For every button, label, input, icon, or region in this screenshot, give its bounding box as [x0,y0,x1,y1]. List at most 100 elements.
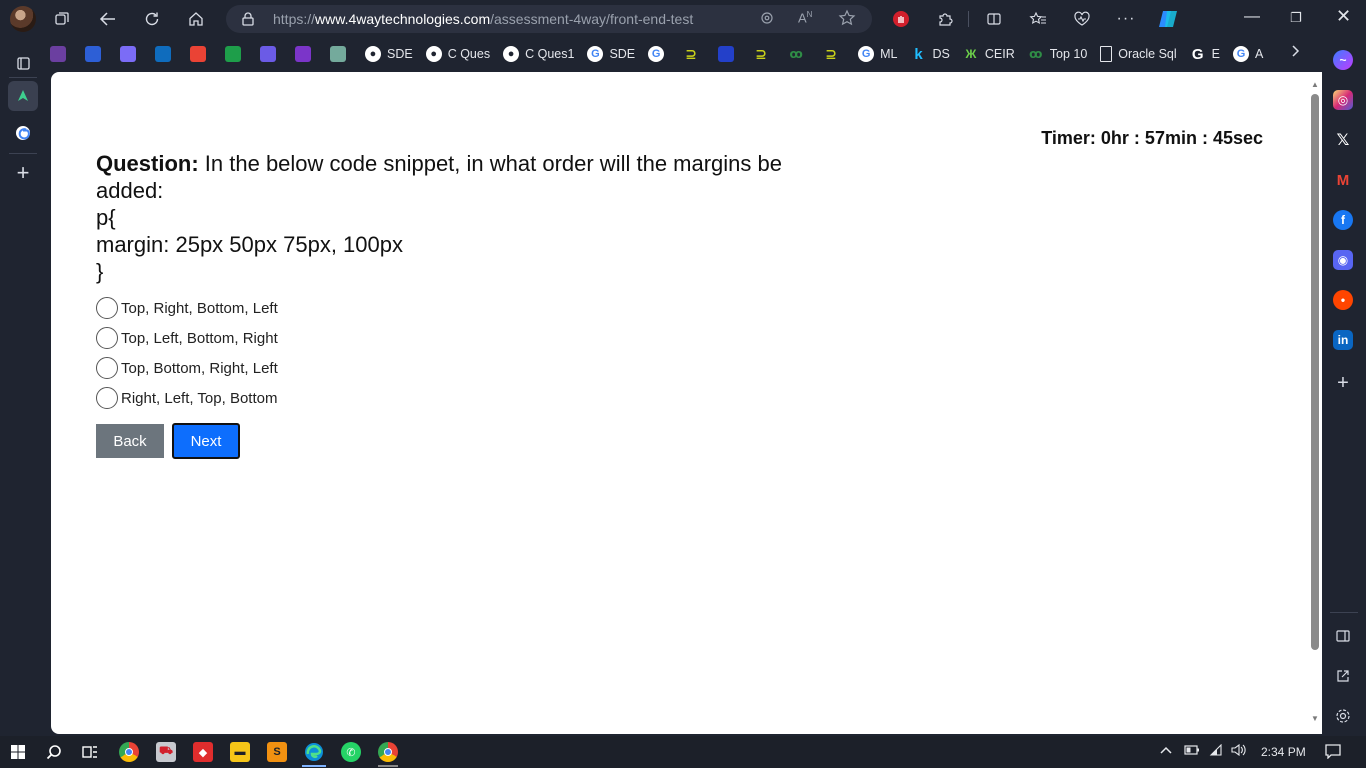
favorite-star-icon[interactable] [838,9,856,32]
tab-google[interactable] [8,118,38,148]
url-text[interactable]: https://www.4waytechnologies.com/assessm… [273,11,693,27]
bookmark-label[interactable]: ML [880,47,897,61]
location-icon[interactable] [759,11,775,32]
restore-icon[interactable]: ❐ [1290,10,1302,26]
bookmark-label[interactable]: C Ques [448,47,490,61]
add-sidebar-app-icon[interactable]: + [1333,372,1353,394]
bookmark-item[interactable] [155,40,177,68]
radio-button[interactable] [96,327,118,349]
favorites-icon[interactable] [1025,6,1051,32]
sublime-text-icon[interactable]: S [267,742,287,762]
bookmark-item[interactable] [718,40,740,68]
bookmark-item[interactable]: ꝏ Top 10 [1028,40,1088,68]
workspaces-icon[interactable] [49,6,75,32]
gmail-icon[interactable]: M [1333,170,1353,190]
option-label[interactable]: Right, Left, Top, Bottom [121,390,277,407]
bookmark-item[interactable]: GA [1233,40,1263,68]
bookmark-label[interactable]: SDE [387,47,413,61]
file-explorer-icon[interactable]: ▬ [230,742,250,762]
split-screen-icon[interactable] [981,6,1007,32]
next-button[interactable]: Next [172,423,240,459]
refresh-icon[interactable] [139,6,165,32]
bookmark-label[interactable]: Top 10 [1050,47,1088,61]
clock-time[interactable]: 2:34 PM [1261,745,1306,759]
bookmark-item[interactable] [225,40,247,68]
whatsapp-icon[interactable]: ✆ [341,742,361,762]
bookmark-item[interactable] [295,40,317,68]
bookmark-item[interactable]: G SDE [587,40,635,68]
bookmark-item[interactable] [260,40,282,68]
bookmark-item[interactable]: ● SDE [365,40,413,68]
app-icon-car[interactable]: ⛟ [156,742,176,762]
x-twitter-icon[interactable]: 𝕏 [1333,130,1353,150]
back-arrow-icon[interactable] [95,6,121,32]
page-scrollbar[interactable]: ▲ ▼ [1308,72,1322,734]
profile-avatar[interactable] [10,6,36,32]
messenger-icon[interactable]: ~ [1333,50,1353,70]
battery-icon[interactable] [1184,744,1200,759]
bookmark-label[interactable]: C Ques1 [525,47,574,61]
wifi-icon[interactable] [1209,743,1223,759]
tab-actions-icon[interactable] [8,48,38,78]
instagram-icon[interactable]: ◎ [1333,90,1353,110]
bookmark-item[interactable] [330,40,352,68]
bookmark-label[interactable]: DS [933,47,950,61]
answer-option[interactable]: Right, Left, Top, Bottom [96,383,278,413]
radio-button[interactable] [96,387,118,409]
bookmark-item[interactable]: ꝏ [788,40,810,68]
bookmark-label[interactable]: SDE [609,47,635,61]
windows-start-icon[interactable] [8,742,28,762]
notifications-icon[interactable] [1325,743,1341,762]
home-icon[interactable] [183,6,209,32]
external-link-icon[interactable] [1333,666,1353,686]
option-label[interactable]: Top, Right, Bottom, Left [121,300,278,317]
bookmark-item[interactable] [190,40,212,68]
answer-option[interactable]: Top, Right, Bottom, Left [96,293,278,323]
hide-sidebar-icon[interactable] [1333,626,1353,646]
close-icon[interactable]: ✕ [1336,6,1351,27]
reddit-icon[interactable]: • [1333,290,1353,310]
bookmark-item[interactable]: Ж CEIR [963,40,1015,68]
bookmark-item[interactable]: G ML [858,40,898,68]
discord-icon[interactable]: ◉ [1333,250,1353,270]
answer-option[interactable]: Top, Left, Bottom, Right [96,323,278,353]
bookmark-label[interactable]: E [1212,47,1220,61]
chrome-icon-2[interactable] [378,742,398,762]
copilot-icon[interactable] [1155,6,1181,32]
chevron-up-icon[interactable] [1160,744,1172,758]
answer-option[interactable]: Top, Bottom, Right, Left [96,353,278,383]
address-bar[interactable]: https://www.4waytechnologies.com/assessm… [226,5,872,33]
bookmark-item[interactable] [50,40,72,68]
anydesk-icon[interactable]: ◆ [193,742,213,762]
linkedin-icon[interactable]: in [1333,330,1353,350]
scroll-up-arrow-icon[interactable]: ▲ [1311,80,1319,89]
option-label[interactable]: Top, Bottom, Right, Left [121,360,278,377]
edge-icon[interactable] [304,742,324,762]
bookmark-label[interactable]: A [1255,47,1263,61]
new-tab-plus-icon[interactable]: + [8,158,38,188]
bookmark-item[interactable]: ⊇ [683,40,705,68]
bookmark-item[interactable]: ⊇ [753,40,775,68]
bookmark-item[interactable]: k DS [911,40,950,68]
settings-gear-icon[interactable] [1333,706,1353,726]
extensions-puzzle-icon[interactable] [932,6,958,32]
lock-icon[interactable] [242,12,254,31]
volume-icon[interactable] [1231,743,1247,759]
task-view-icon[interactable] [80,742,100,762]
bookmark-item[interactable]: ⊇ [823,40,845,68]
bookmark-item[interactable]: Oracle Sql [1100,40,1177,68]
bookmark-label[interactable]: CEIR [985,47,1015,61]
minimize-icon[interactable]: — [1244,8,1260,26]
more-options-icon[interactable]: ··· [1113,6,1139,32]
radio-button[interactable] [96,297,118,319]
bookmark-item[interactable]: ● C Ques [425,40,490,68]
option-label[interactable]: Top, Left, Bottom, Right [121,330,278,347]
bookmark-item[interactable]: ● C Ques1 [503,40,574,68]
scrollbar-thumb[interactable] [1311,94,1319,650]
bookmark-item[interactable]: GE [1190,40,1220,68]
extension-hand-icon[interactable] [888,6,914,32]
scroll-down-arrow-icon[interactable]: ▼ [1311,714,1319,723]
browser-essentials-icon[interactable] [1069,6,1095,32]
tab-assessment[interactable] [8,81,38,111]
radio-button[interactable] [96,357,118,379]
